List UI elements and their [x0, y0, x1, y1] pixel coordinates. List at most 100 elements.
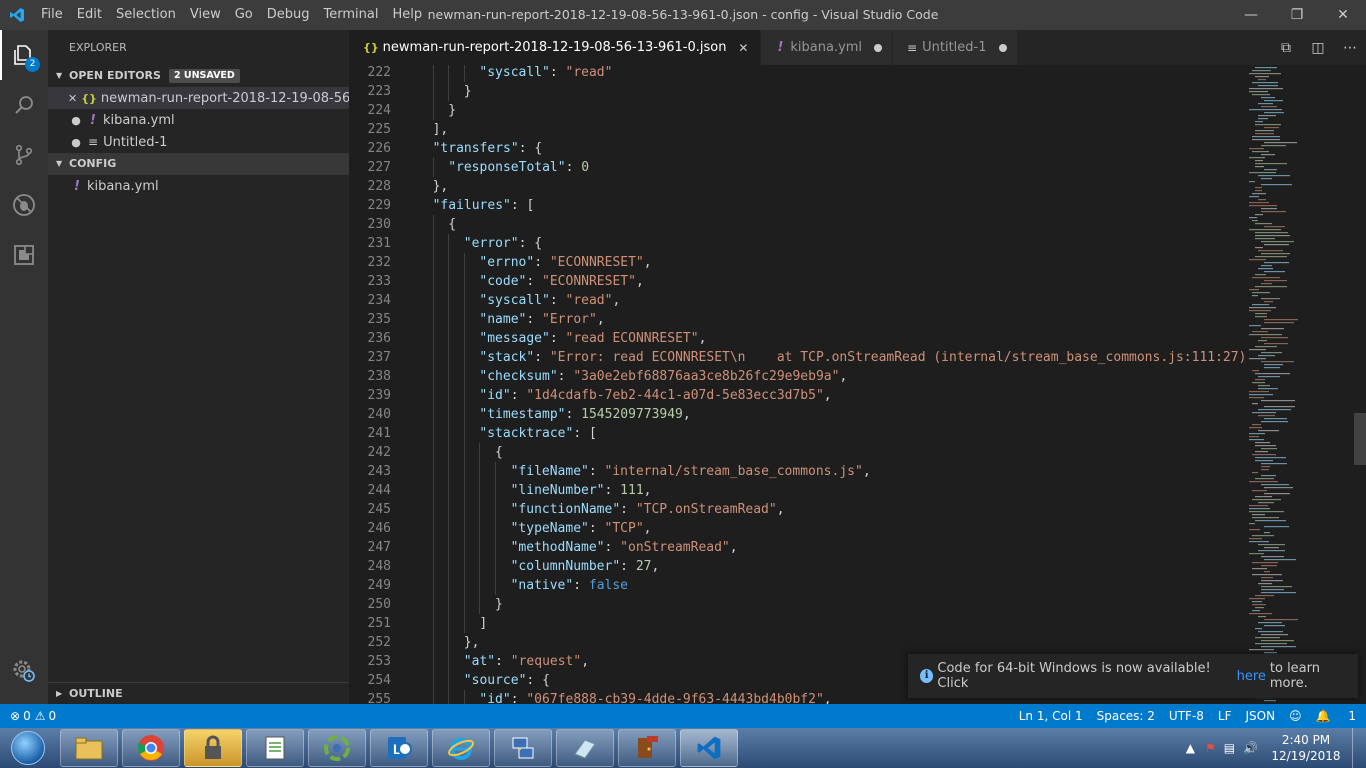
extensions-activity[interactable]	[0, 230, 48, 280]
unsaved-dot-icon[interactable]: ●	[68, 136, 84, 149]
menu-edit[interactable]: Edit	[70, 0, 109, 30]
open-editor-item[interactable]: ✕ {} newman-run-report-2018-12-19-08-56-…	[48, 87, 349, 109]
source-control-activity[interactable]	[0, 130, 48, 180]
more-actions-icon[interactable]: ⋯	[1334, 40, 1366, 56]
config-folder-header[interactable]: ▼ CONFIG	[48, 153, 349, 175]
code-line[interactable]: 228},	[349, 177, 1245, 196]
manage-activity[interactable]	[0, 646, 48, 696]
outline-header[interactable]: ▶ OUTLINE	[48, 682, 349, 704]
feedback-smiley-icon[interactable]: ☺	[1289, 709, 1302, 723]
end-of-line[interactable]: LF	[1218, 709, 1232, 723]
taskbar-app-swirl[interactable]	[308, 729, 366, 767]
volume-icon[interactable]: 🔊	[1243, 741, 1258, 755]
code-line[interactable]: 246 "typeName": "TCP",	[349, 519, 1245, 538]
split-editor-icon[interactable]: ◫	[1302, 40, 1334, 56]
extensions-icon	[14, 245, 34, 265]
menu-file[interactable]: File	[34, 0, 70, 30]
debug-activity[interactable]	[0, 180, 48, 230]
menu-debug[interactable]: Debug	[260, 0, 317, 30]
code-line[interactable]: 241 "stacktrace": [	[349, 424, 1245, 443]
menu-go[interactable]: Go	[228, 0, 260, 30]
menu-view[interactable]: View	[183, 0, 228, 30]
taskbar-exit-app[interactable]	[618, 729, 676, 767]
code-line[interactable]: 244 "lineNumber": 111,	[349, 481, 1245, 500]
tab-kibana[interactable]: ! kibana.yml	[761, 30, 894, 65]
code-line[interactable]: 242 {	[349, 443, 1245, 462]
taskbar-internet-explorer[interactable]	[432, 729, 490, 767]
cursor-position[interactable]: Ln 1, Col 1	[1019, 709, 1083, 723]
taskbar-file-explorer[interactable]	[60, 729, 118, 767]
code-line[interactable]: 233 "code": "ECONNRESET",	[349, 272, 1245, 291]
notifications-bell[interactable]: 🔔 1	[1316, 709, 1356, 723]
code-line[interactable]: 243 "fileName": "internal/stream_base_com…	[349, 462, 1245, 481]
code-line[interactable]: 224}	[349, 101, 1245, 120]
problems-indicator[interactable]: ⊗ 0 ⚠ 0	[0, 709, 56, 723]
indentation[interactable]: Spaces: 2	[1097, 709, 1155, 723]
code-line[interactable]: 234 "syscall": "read",	[349, 291, 1245, 310]
open-changes-icon[interactable]: ⧉	[1270, 40, 1302, 56]
taskbar-lync[interactable]: L	[370, 729, 428, 767]
minimize-icon[interactable]: —	[1228, 0, 1274, 30]
taskbar-chrome[interactable]	[122, 729, 180, 767]
taskbar-notepad-plus[interactable]	[246, 729, 304, 767]
code-line[interactable]: 223}	[349, 82, 1245, 101]
open-editor-item[interactable]: ● ! kibana.yml	[48, 109, 349, 131]
code-line[interactable]: 239 "id": "1d4cdafb-7eb2-44c1-a07d-5e83ec…	[349, 386, 1245, 405]
code-line[interactable]: 227 "responseTotal": 0	[349, 158, 1245, 177]
language-mode[interactable]: JSON	[1246, 709, 1276, 723]
code-line[interactable]: 230 {	[349, 215, 1245, 234]
menu-help[interactable]: Help	[385, 0, 429, 30]
taskbar-network-app[interactable]	[494, 729, 552, 767]
minimap[interactable]	[1245, 65, 1366, 704]
code-editor[interactable]: 222 "syscall": "read" 223} 224} 225], 226 "tra…	[349, 65, 1245, 704]
close-icon[interactable]: ✕	[736, 41, 750, 55]
start-button[interactable]	[0, 728, 56, 768]
code-line[interactable]: 232 "errno": "ECONNRESET",	[349, 253, 1245, 272]
taskbar-app-lock[interactable]	[184, 729, 242, 767]
notification-link[interactable]: here	[1237, 669, 1266, 684]
menu-selection[interactable]: Selection	[109, 0, 183, 30]
code-line[interactable]: 235 "name": "Error",	[349, 310, 1245, 329]
tab-untitled[interactable]: ≡ Untitled-1	[893, 30, 1018, 65]
unsaved-dot-icon[interactable]	[998, 43, 1007, 52]
clock[interactable]: 2:40 PM 12/19/2018	[1266, 732, 1346, 764]
code-line[interactable]: 225],	[349, 120, 1245, 139]
code-line[interactable]: 222 "syscall": "read"	[349, 65, 1245, 82]
code-line[interactable]: 250}	[349, 595, 1245, 614]
unsaved-dot-icon[interactable]	[874, 43, 883, 52]
warning-icon: ⚠	[34, 709, 46, 723]
explorer-activity[interactable]: 2	[0, 30, 48, 80]
code-line[interactable]: 236 "message": "read ECONNRESET",	[349, 329, 1245, 348]
tab-json-report[interactable]: {} newman-run-report-2018-12-19-08-56-13…	[349, 30, 762, 65]
vertical-scrollbar-thumb[interactable]	[1354, 413, 1366, 465]
code-line[interactable]: 251]	[349, 614, 1245, 633]
unsaved-dot-icon[interactable]: ●	[68, 114, 84, 127]
open-editor-item[interactable]: ● ≡ Untitled-1	[48, 131, 349, 153]
open-editors-header[interactable]: ▼ OPEN EDITORS 2 UNSAVED	[48, 65, 349, 87]
code-line[interactable]: 238 "checksum": "3a0e2ebf68876aa3ce8b26fc…	[349, 367, 1245, 386]
code-line[interactable]: 240 "timestamp": 1545209773949,	[349, 405, 1245, 424]
close-icon[interactable]: ✕	[68, 92, 77, 105]
show-hidden-icons-icon[interactable]: ▲	[1186, 741, 1195, 755]
network-tray-icon[interactable]: ▤	[1224, 741, 1235, 755]
code-line[interactable]: 248 "columnNumber": 27,	[349, 557, 1245, 576]
menu-terminal[interactable]: Terminal	[317, 0, 386, 30]
code-line[interactable]: 231 "error": {	[349, 234, 1245, 253]
taskbar-eraser-app[interactable]	[556, 729, 614, 767]
code-line[interactable]: 249 "native": false	[349, 576, 1245, 595]
minimap-line	[1249, 394, 1273, 396]
code-line[interactable]: 252},	[349, 633, 1245, 652]
taskbar-vscode[interactable]	[680, 729, 738, 767]
code-line[interactable]: 226 "transfers": {	[349, 139, 1245, 158]
restore-icon[interactable]: ❐	[1274, 0, 1320, 30]
code-line[interactable]: 229 "failures": [	[349, 196, 1245, 215]
search-activity[interactable]	[0, 80, 48, 130]
flag-alert-icon[interactable]: ⚑	[1205, 741, 1216, 755]
code-line[interactable]: 247 "methodName": "onStreamRead",	[349, 538, 1245, 557]
encoding[interactable]: UTF-8	[1169, 709, 1204, 723]
file-tree-item[interactable]: ! kibana.yml	[48, 175, 349, 197]
close-window-icon[interactable]: ✕	[1320, 0, 1366, 30]
show-desktop-button[interactable]	[1352, 728, 1366, 768]
code-line[interactable]: 245 "functionName": "TCP.onStreamRead",	[349, 500, 1245, 519]
code-line[interactable]: 237 "stack": "Error: read ECONNRESET\n at…	[349, 348, 1245, 367]
